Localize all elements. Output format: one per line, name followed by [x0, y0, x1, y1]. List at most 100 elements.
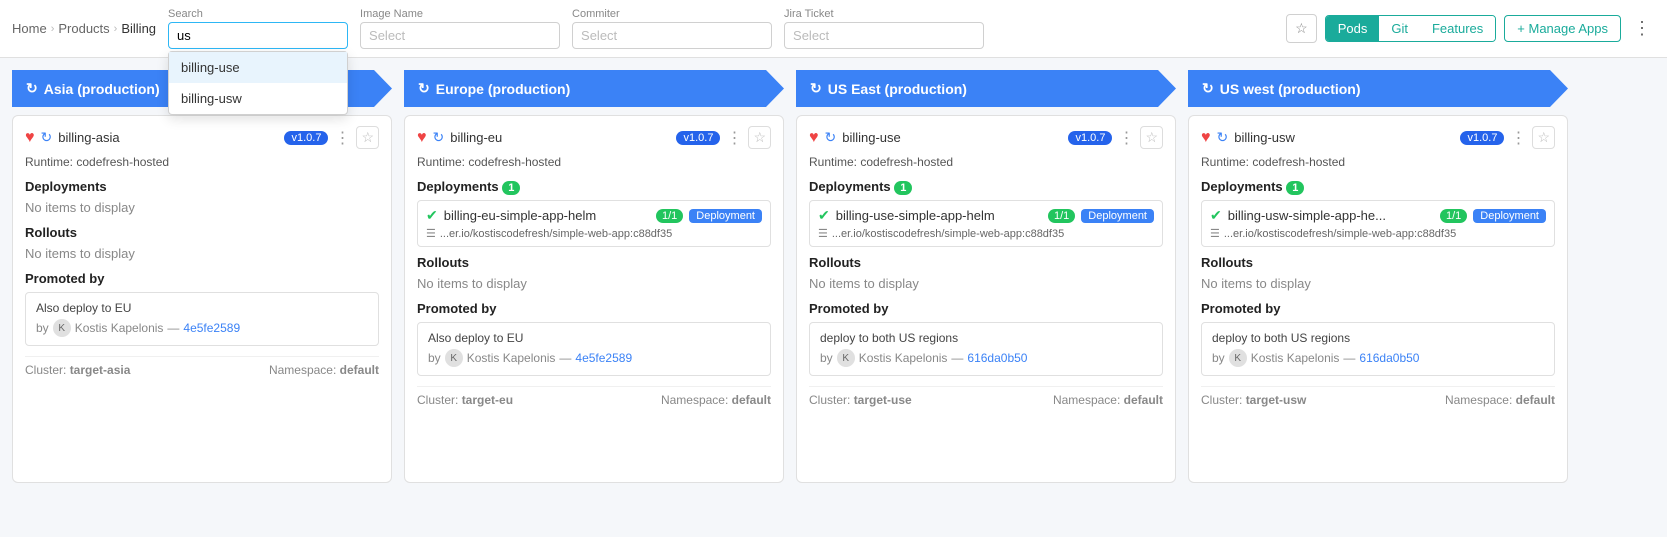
promoted-label-europe: Also deploy to EU: [428, 331, 760, 345]
author-avatar-asia: K: [53, 319, 71, 337]
cluster-row-europe: Cluster: target-eu Namespace: default: [417, 386, 771, 407]
app-row-us-east: ♥ ↻ billing-use v1.0.7 ⋮ ☆: [809, 126, 1163, 149]
author-name-asia: Kostis Kapelonis: [75, 321, 164, 335]
dep-tag-us-east-0: Deployment: [1081, 209, 1154, 223]
dep-tag-us-west-0: Deployment: [1473, 209, 1546, 223]
version-badge-us-west: v1.0.7: [1460, 131, 1504, 145]
app-star-europe[interactable]: ☆: [748, 126, 771, 149]
favorite-app-asia[interactable]: ♥: [25, 129, 35, 147]
promoted-by-row-us-west: by K Kostis Kapelonis — 616da0b50: [1212, 349, 1544, 367]
sync-icon-us-east: ↻: [825, 129, 837, 146]
app-more-us-west[interactable]: ⋮: [1510, 128, 1526, 148]
app-star-us-west[interactable]: ☆: [1532, 126, 1555, 149]
promoted-dash-us-east: —: [951, 351, 963, 365]
app-more-europe[interactable]: ⋮: [726, 128, 742, 148]
app-star-asia[interactable]: ☆: [356, 126, 379, 149]
cluster-label-europe: Cluster: target-eu: [417, 393, 513, 407]
cluster-label-asia: Cluster: target-asia: [25, 363, 130, 377]
committer-group: Commiter Select: [572, 8, 772, 49]
favorite-button[interactable]: ☆: [1286, 14, 1317, 43]
runtime-row-europe: Runtime: codefresh-hosted: [417, 155, 771, 169]
promoted-by-prefix-us-east: by: [820, 351, 833, 365]
deployments-title-us-west: Deployments 1: [1201, 179, 1555, 194]
pipeline-header-label-us-west: US west (production): [1220, 81, 1361, 97]
namespace-label-us-east: Namespace: default: [1053, 393, 1163, 407]
pipeline-card-us-east: ♥ ↻ billing-use v1.0.7 ⋮ ☆ Runtime: code…: [796, 115, 1176, 483]
author-avatar-us-east: K: [837, 349, 855, 367]
commit-link-asia[interactable]: 4e5fe2589: [183, 321, 240, 335]
toolbar-right: ☆ Pods Git Features + Manage Apps ⋮: [1286, 14, 1655, 43]
commit-link-us-east[interactable]: 616da0b50: [967, 351, 1027, 365]
promoted-by-prefix-europe: by: [428, 351, 441, 365]
dep-check-us-west-0: ✔: [1210, 207, 1222, 224]
breadcrumb-products[interactable]: Products: [58, 21, 109, 36]
dep-count-badge-europe: 1: [502, 181, 520, 195]
favorite-app-us-east[interactable]: ♥: [809, 129, 819, 147]
app-shell: Home › Products › Billing Search billing…: [0, 0, 1667, 495]
tab-features[interactable]: Features: [1420, 16, 1495, 41]
promoted-by-title-us-east: Promoted by: [809, 301, 1163, 316]
pipeline-column-europe: ↻ Europe (production) ♥ ↻ billing-eu v1.…: [404, 70, 784, 483]
runtime-value-us-east: codefresh-hosted: [860, 155, 953, 169]
app-name-asia: billing-asia: [58, 130, 278, 145]
promoted-label-asia: Also deploy to EU: [36, 301, 368, 315]
author-name-us-east: Kostis Kapelonis: [859, 351, 948, 365]
runtime-row-us-east: Runtime: codefresh-hosted: [809, 155, 1163, 169]
dep-check-europe-0: ✔: [426, 207, 438, 224]
deployment-item-europe-0: ✔ billing-eu-simple-app-helm 1/1 Deploym…: [417, 200, 771, 247]
committer-select[interactable]: Select: [572, 22, 772, 49]
runtime-label-europe: Runtime:: [417, 155, 465, 169]
version-badge-asia: v1.0.7: [284, 131, 328, 145]
tab-git[interactable]: Git: [1379, 16, 1420, 41]
cluster-row-us-east: Cluster: target-use Namespace: default: [809, 386, 1163, 407]
pipeline-card-us-west: ♥ ↻ billing-usw v1.0.7 ⋮ ☆ Runtime: code…: [1188, 115, 1568, 483]
cluster-row-asia: Cluster: target-asia Namespace: default: [25, 356, 379, 377]
more-options-button[interactable]: ⋮: [1629, 16, 1655, 41]
dep-image-icon-europe-0: ☰: [426, 227, 436, 240]
app-star-us-east[interactable]: ☆: [1140, 126, 1163, 149]
dep-tag-europe-0: Deployment: [689, 209, 762, 223]
promoted-by-prefix-asia: by: [36, 321, 49, 335]
dep-ratio-europe-0: 1/1: [656, 209, 683, 223]
no-rollouts-us-east: No items to display: [809, 276, 1163, 291]
pipeline-header-label-europe: Europe (production): [436, 81, 571, 97]
jira-select[interactable]: Select: [784, 22, 984, 49]
dep-name-europe-0: billing-eu-simple-app-helm: [444, 208, 650, 223]
namespace-label-europe: Namespace: default: [661, 393, 771, 407]
app-more-asia[interactable]: ⋮: [334, 128, 350, 148]
pipeline-card-asia: ♥ ↻ billing-asia v1.0.7 ⋮ ☆ Runtime: cod…: [12, 115, 392, 483]
promoted-by-title-asia: Promoted by: [25, 271, 379, 286]
no-rollouts-us-west: No items to display: [1201, 276, 1555, 291]
dep-image-val-europe-0: ...er.io/kostiscodefresh/simple-web-app:…: [440, 228, 672, 240]
favorite-app-us-west[interactable]: ♥: [1201, 129, 1211, 147]
dep-name-us-east-0: billing-use-simple-app-helm: [836, 208, 1042, 223]
commit-link-us-west[interactable]: 616da0b50: [1359, 351, 1419, 365]
dep-image-val-us-west-0: ...er.io/kostiscodefresh/simple-web-app:…: [1224, 228, 1456, 240]
dep-image-val-us-east-0: ...er.io/kostiscodefresh/simple-web-app:…: [832, 228, 1064, 240]
manage-apps-button[interactable]: + Manage Apps: [1504, 15, 1621, 42]
breadcrumb-home[interactable]: Home: [12, 21, 47, 36]
promoted-by-prefix-us-west: by: [1212, 351, 1225, 365]
pipeline-card-europe: ♥ ↻ billing-eu v1.0.7 ⋮ ☆ Runtime: codef…: [404, 115, 784, 483]
commit-link-europe[interactable]: 4e5fe2589: [575, 351, 632, 365]
dep-image-us-east-0: ☰ ...er.io/kostiscodefresh/simple-web-ap…: [818, 227, 1154, 240]
sync-icon-europe: ↻: [433, 129, 445, 146]
runtime-label-asia: Runtime:: [25, 155, 73, 169]
autocomplete-item-0[interactable]: billing-use: [169, 52, 347, 83]
runtime-row-us-west: Runtime: codefresh-hosted: [1201, 155, 1555, 169]
dep-image-europe-0: ☰ ...er.io/kostiscodefresh/simple-web-ap…: [426, 227, 762, 240]
image-name-label: Image Name: [360, 8, 560, 20]
search-input[interactable]: [168, 22, 348, 49]
favorite-app-europe[interactable]: ♥: [417, 129, 427, 147]
autocomplete-item-1[interactable]: billing-usw: [169, 83, 347, 114]
dep-count-badge-us-east: 1: [894, 181, 912, 195]
tab-pods[interactable]: Pods: [1326, 16, 1380, 41]
app-name-us-east: billing-use: [842, 130, 1062, 145]
app-name-us-west: billing-usw: [1234, 130, 1454, 145]
rollouts-title-us-west: Rollouts: [1201, 255, 1555, 270]
app-row-us-west: ♥ ↻ billing-usw v1.0.7 ⋮ ☆: [1201, 126, 1555, 149]
app-more-us-east[interactable]: ⋮: [1118, 128, 1134, 148]
app-name-europe: billing-eu: [450, 130, 670, 145]
rollouts-title-europe: Rollouts: [417, 255, 771, 270]
image-name-select[interactable]: Select: [360, 22, 560, 49]
